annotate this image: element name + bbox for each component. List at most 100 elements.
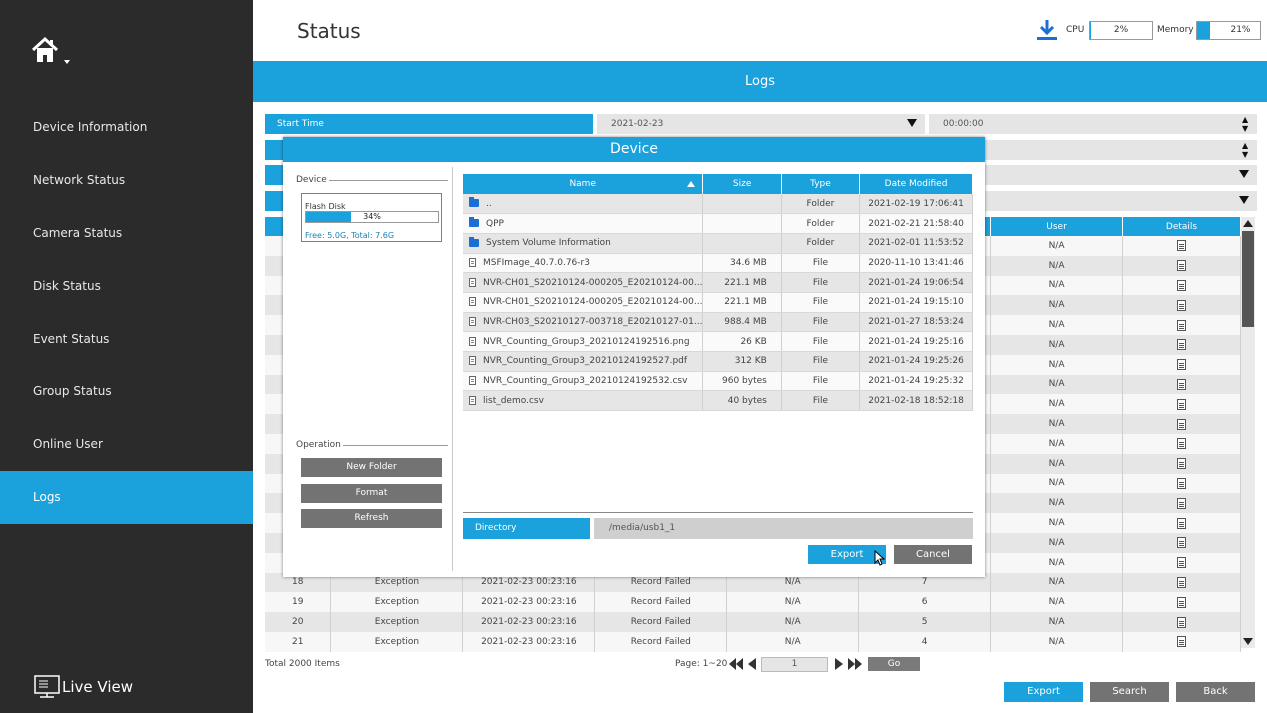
details-icon[interactable] — [1177, 458, 1186, 470]
file-row[interactable]: MSFImage_40.7.0.76-r3 34.6 MB File 2020-11-… — [463, 253, 973, 274]
file-icon — [469, 336, 476, 346]
details-icon[interactable] — [1177, 596, 1186, 608]
log-cell-user: N/A — [990, 354, 1123, 375]
sidebar-item-group-status[interactable]: Group Status — [0, 365, 253, 418]
log-row[interactable]: 21 Exception 2021-02-23 00:23:16 Record Fai… — [265, 631, 1241, 652]
file-icon — [469, 297, 476, 307]
file-row[interactable]: NVR_Counting_Group3_20210124192532.csv 96… — [463, 371, 973, 392]
sidebar-item-logs[interactable]: Logs — [0, 471, 253, 524]
column-header-name[interactable]: Name — [463, 174, 704, 194]
format-button[interactable]: Format — [301, 484, 442, 503]
log-cell-type: Exception — [330, 592, 464, 613]
first-page-icon[interactable] — [728, 657, 744, 671]
memory-value: 21% — [1230, 25, 1251, 35]
file-cell-size: 221.1 MB — [702, 272, 782, 293]
column-header-user: User — [990, 217, 1123, 236]
sidebar-item-disk-status[interactable]: Disk Status — [0, 260, 253, 313]
sidebar-item-online-user[interactable]: Online User — [0, 418, 253, 471]
log-cell-ch: 4 — [858, 631, 992, 652]
sidebar-item-camera-status[interactable]: Camera Status — [0, 207, 253, 260]
details-icon[interactable] — [1177, 359, 1186, 371]
home-icon[interactable] — [30, 36, 74, 70]
log-cell-user: N/A — [990, 414, 1123, 434]
details-icon[interactable] — [1177, 557, 1186, 569]
spinner-icon[interactable]: ▲ ▼ — [1242, 141, 1251, 159]
download-icon[interactable] — [1036, 19, 1058, 41]
page-input[interactable]: 1 — [761, 657, 828, 672]
file-row[interactable]: NVR-CH01_S20210124-000205_E20210124-00..… — [463, 272, 973, 293]
details-icon[interactable] — [1177, 279, 1186, 291]
file-row[interactable]: NVR_Counting_Group3_20210124192516.png 26… — [463, 331, 973, 352]
file-name: NVR-CH01_S20210124-000205_E20210124-00..… — [483, 277, 703, 288]
column-header-type[interactable]: Type — [781, 174, 861, 194]
scroll-up-icon[interactable] — [1243, 220, 1253, 227]
sidebar-item-device-information[interactable]: Device Information — [0, 101, 253, 154]
details-icon[interactable] — [1177, 636, 1186, 648]
file-cell-type: File — [781, 331, 861, 352]
start-date-select[interactable]: 2021-02-23 — [597, 114, 925, 134]
file-row[interactable]: .. Folder 2021-02-19 17:06:41 — [463, 194, 973, 215]
file-row[interactable]: System Volume Information Folder 2021-02-0… — [463, 233, 973, 254]
file-name: .. — [486, 198, 492, 209]
details-icon[interactable] — [1177, 398, 1186, 410]
details-icon[interactable] — [1177, 616, 1186, 628]
prev-page-icon[interactable] — [745, 657, 761, 671]
file-cell-name: System Volume Information — [463, 233, 704, 254]
details-icon[interactable] — [1177, 576, 1186, 588]
file-row[interactable]: QPP Folder 2021-02-21 21:58:40 — [463, 213, 973, 234]
sidebar: Device Information Network Status Camera… — [0, 0, 253, 713]
details-icon[interactable] — [1177, 477, 1186, 489]
column-header-size[interactable]: Size — [702, 174, 782, 194]
column-header-date[interactable]: Date Modified — [859, 174, 973, 194]
monitor-icon — [34, 675, 60, 698]
file-row[interactable]: list_demo.csv 40 bytes File 2021-02-18 18:5… — [463, 390, 973, 412]
sidebar-item-event-status[interactable]: Event Status — [0, 313, 253, 366]
new-folder-button[interactable]: New Folder — [301, 458, 442, 477]
log-row[interactable]: 19 Exception 2021-02-23 00:23:16 Record Fai… — [265, 592, 1241, 613]
sidebar-item-network-status[interactable]: Network Status — [0, 154, 253, 207]
scroll-down-icon[interactable] — [1243, 638, 1253, 645]
details-icon[interactable] — [1177, 438, 1186, 450]
go-button[interactable]: Go — [868, 657, 920, 671]
details-icon[interactable] — [1177, 240, 1186, 252]
log-cell-user: N/A — [990, 374, 1123, 395]
log-cell-details — [1122, 592, 1241, 613]
details-icon[interactable] — [1177, 537, 1186, 549]
file-name: System Volume Information — [486, 238, 611, 249]
details-icon[interactable] — [1177, 378, 1186, 390]
details-icon[interactable] — [1177, 497, 1186, 509]
search-button[interactable]: Search — [1090, 682, 1169, 702]
log-cell-details — [1122, 532, 1241, 553]
refresh-button[interactable]: Refresh — [301, 509, 442, 528]
details-icon[interactable] — [1177, 299, 1186, 311]
back-button[interactable]: Back — [1176, 682, 1255, 702]
file-row[interactable]: NVR_Counting_Group3_20210124192527.pdf 31… — [463, 351, 973, 372]
next-page-icon[interactable] — [830, 657, 846, 671]
file-cell-name: NVR-CH01_S20210124-000205_E20210124-00..… — [463, 292, 704, 313]
scroll-thumb[interactable] — [1242, 231, 1254, 327]
file-row[interactable]: NVR-CH01_S20210124-000205_E20210124-00..… — [463, 292, 973, 313]
mouse-cursor-icon — [874, 550, 886, 566]
disk-card[interactable]: Flash Disk 34% Free: 5.0G, Total: 7.6G — [301, 193, 442, 242]
details-icon[interactable] — [1177, 418, 1186, 430]
file-row[interactable]: NVR-CH03_S20210127-003718_E20210127-01..… — [463, 312, 973, 333]
log-cell-user: N/A — [990, 295, 1123, 316]
device-dialog: Device Device Flash Disk 34% Free: 5.0G,… — [283, 137, 985, 577]
file-cell-size: 34.6 MB — [702, 253, 782, 274]
log-row[interactable]: 20 Exception 2021-02-23 00:23:16 Record Fai… — [265, 612, 1241, 632]
file-cell-date: 2021-01-24 19:06:54 — [859, 272, 973, 293]
live-view-button[interactable]: Live View — [34, 674, 133, 700]
log-cell-time: 2021-02-23 00:23:16 — [462, 592, 596, 613]
spinner-icon[interactable]: ▲ ▼ — [1242, 115, 1251, 133]
details-icon[interactable] — [1177, 260, 1186, 272]
start-time-input[interactable]: 00:00:00 ▲ ▼ — [929, 114, 1257, 134]
details-icon[interactable] — [1177, 339, 1186, 351]
details-icon[interactable] — [1177, 517, 1186, 529]
details-icon[interactable] — [1177, 319, 1186, 331]
dialog-cancel-button[interactable]: Cancel — [894, 545, 972, 564]
last-page-icon[interactable] — [847, 657, 863, 671]
export-button[interactable]: Export — [1004, 682, 1083, 702]
sort-ascending-icon — [687, 181, 696, 187]
file-cell-size: 988.4 MB — [702, 312, 782, 333]
log-table-scrollbar[interactable] — [1241, 217, 1255, 648]
